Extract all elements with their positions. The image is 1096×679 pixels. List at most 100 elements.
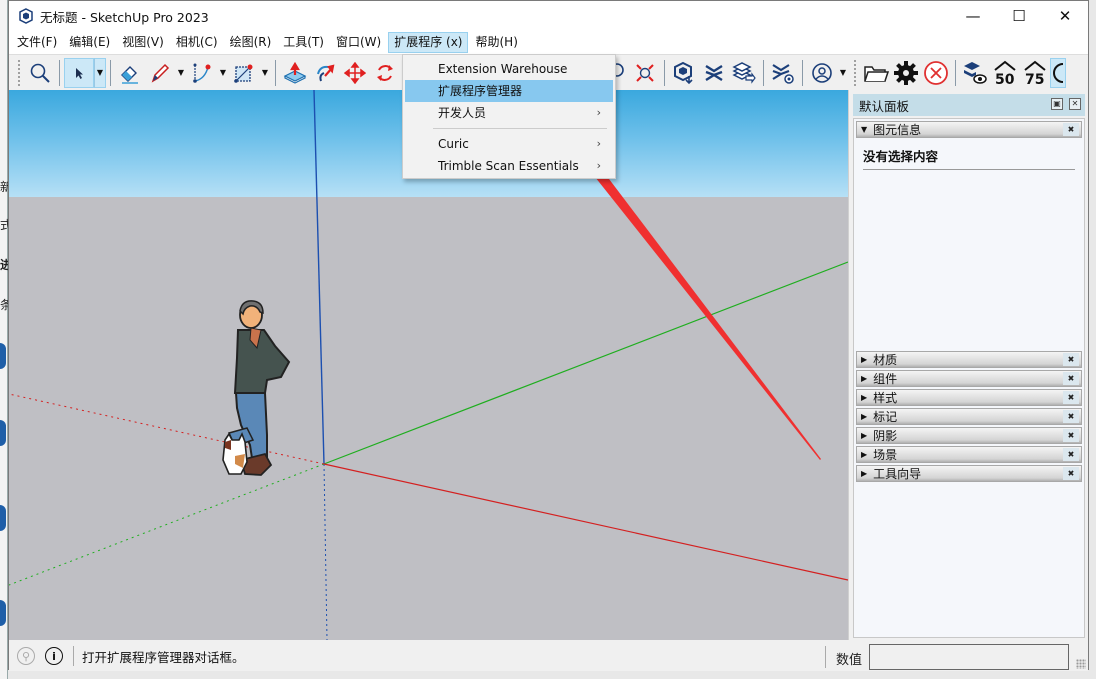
layout-send-button[interactable] (729, 58, 759, 88)
close-button[interactable]: ✕ (1042, 1, 1088, 31)
background-blue-tab (0, 343, 6, 369)
gear-icon (894, 60, 918, 85)
rectangle-tool-button[interactable] (229, 58, 259, 88)
background-blue-tab (0, 600, 6, 626)
account-button[interactable] (807, 58, 837, 88)
tray-tags[interactable]: ▶ 标记 ✖ (856, 408, 1082, 425)
extension-manager-button[interactable] (768, 58, 798, 88)
menu-camera[interactable]: 相机(C) (171, 32, 223, 53)
tray-shadows[interactable]: ▶ 阴影 ✖ (856, 427, 1082, 444)
layers-eye-icon (964, 61, 987, 84)
entity-info-content: 没有选择内容 (854, 140, 1084, 176)
menu-extensions[interactable]: 扩展程序 (x) (388, 32, 469, 53)
menu-item-curic[interactable]: Curic › (405, 133, 613, 155)
resize-grip[interactable] (1076, 659, 1086, 669)
sketchup-window: 无标题 - SketchUp Pro 2023 — ☐ ✕ 文件(F) 编辑(E… (8, 0, 1089, 671)
pencil-tool-button[interactable] (145, 58, 175, 88)
eraser-tool-button[interactable] (115, 58, 145, 88)
tray-label: 阴影 (873, 429, 898, 443)
menu-draw[interactable]: 绘图(R) (225, 32, 277, 53)
toolbar-grip[interactable] (17, 58, 21, 87)
zoom-extents-icon (636, 63, 654, 82)
tray-label: 材质 (873, 353, 898, 367)
tray-scenes[interactable]: ▶ 场景 ✖ (856, 446, 1082, 463)
tray-label: 样式 (873, 391, 898, 405)
menu-item-extension-warehouse[interactable]: Extension Warehouse (405, 58, 613, 80)
rectangle-tool-dropdown[interactable]: ▼ (259, 58, 271, 88)
menu-edit[interactable]: 编辑(E) (64, 32, 115, 53)
zoom-extents-tool-button[interactable] (630, 58, 660, 88)
close-icon[interactable]: ✕ (1069, 98, 1081, 110)
tray-close-icon[interactable]: ✖ (1063, 448, 1079, 461)
menu-view[interactable]: 视图(V) (117, 32, 169, 53)
arc-tool-dropdown[interactable]: ▼ (217, 58, 229, 88)
tray-close-icon[interactable]: ✖ (1063, 353, 1079, 366)
3d-warehouse-button[interactable] (669, 58, 699, 88)
menu-help[interactable]: 帮助(H) (470, 32, 522, 53)
rotate-tool-button[interactable] (370, 58, 400, 88)
eraser-icon (121, 65, 138, 84)
arrow-cursor-icon (76, 67, 83, 79)
tray-instructor[interactable]: ▶ 工具向导 ✖ (856, 465, 1082, 482)
pencil-icon (151, 63, 170, 83)
toolbar-overflow-button[interactable] (1050, 57, 1066, 88)
pencil-tool-dropdown[interactable]: ▼ (175, 58, 187, 88)
select-tool-dropdown[interactable]: ▼ (94, 57, 106, 88)
tray-styles[interactable]: ▶ 样式 ✖ (856, 389, 1082, 406)
measurements-input[interactable] (869, 644, 1069, 670)
minimize-button[interactable]: — (950, 1, 996, 31)
user-account-icon (812, 62, 832, 83)
menu-item-developer[interactable]: 开发人员 › (405, 102, 613, 124)
svg-text:75: 75 (1025, 72, 1044, 86)
menu-file[interactable]: 文件(F) (12, 32, 62, 53)
tray-entity-info[interactable]: ▼ 图元信息 ✖ (856, 121, 1082, 138)
menu-window[interactable]: 窗口(W) (331, 32, 386, 53)
move-tool-button[interactable] (340, 58, 370, 88)
status-bar: ⚲ i 打开扩展程序管理器对话框。 数值 (9, 641, 1088, 671)
info-icon[interactable]: i (45, 647, 63, 665)
cancel-button[interactable] (921, 58, 951, 88)
tray-components[interactable]: ▶ 组件 ✖ (856, 370, 1082, 387)
zoom-tool-button[interactable] (25, 58, 55, 88)
follow-me-tool-button[interactable] (310, 58, 340, 88)
layout-stack-icon (732, 61, 756, 84)
blue-axis-negative (323, 463, 328, 640)
tray-close-icon[interactable]: ✖ (1063, 467, 1079, 480)
pin-icon[interactable]: ▣ (1051, 98, 1063, 110)
menu-item-extension-manager[interactable]: 扩展程序管理器 (405, 80, 613, 102)
menu-item-trimble-scan-essentials[interactable]: Trimble Scan Essentials › (405, 155, 613, 177)
maximize-button[interactable]: ☐ (996, 1, 1042, 31)
toolbar-separator (763, 59, 764, 86)
view-50-button[interactable]: 50 (990, 58, 1020, 88)
view-75-button[interactable]: 75 (1020, 58, 1050, 88)
open-folder-button[interactable] (861, 58, 891, 88)
tray-materials[interactable]: ▶ 材质 ✖ (856, 351, 1082, 368)
settings-button[interactable] (891, 58, 921, 88)
submenu-arrow-icon: › (596, 159, 601, 172)
scale-figure-cat[interactable] (222, 432, 248, 475)
tray-close-icon[interactable]: ✖ (1063, 123, 1079, 136)
tray-close-icon[interactable]: ✖ (1063, 372, 1079, 385)
collapsed-triangle-icon: ▶ (861, 374, 868, 383)
default-tray-header[interactable]: 默认面板 ▣ ✕ (853, 94, 1085, 116)
menu-tools[interactable]: 工具(T) (278, 32, 329, 53)
extension-warehouse-button[interactable] (699, 58, 729, 88)
tray-close-icon[interactable]: ✖ (1063, 410, 1079, 423)
menu-item-label: Extension Warehouse (438, 62, 568, 76)
geolocation-icon[interactable]: ⚲ (17, 647, 35, 665)
push-pull-tool-button[interactable] (280, 58, 310, 88)
extensions-menu-dropdown: Extension Warehouse 扩展程序管理器 开发人员 › Curic ›… (402, 54, 616, 179)
magnifier-icon (30, 63, 50, 83)
account-dropdown[interactable]: ▼ (837, 58, 849, 88)
tray-close-icon[interactable]: ✖ (1063, 429, 1079, 442)
tray-close-icon[interactable]: ✖ (1063, 391, 1079, 404)
title-bar[interactable]: 无标题 - SketchUp Pro 2023 — ☐ ✕ (9, 1, 1088, 31)
arc-tool-button[interactable] (187, 58, 217, 88)
collapsed-triangle-icon: ▶ (861, 355, 868, 364)
select-tool-button[interactable] (64, 57, 94, 88)
visibility-button[interactable] (960, 58, 990, 88)
toolbar-grip[interactable] (853, 58, 857, 87)
default-tray-panel: 默认面板 ▣ ✕ ▼ 图元信息 ✖ 没有选择内容 ▶ 材质 ✖ ▶ 组件 ✖ ▶ 样式 ✖ … (848, 90, 1088, 640)
blue-axis-positive (313, 90, 325, 465)
menu-separator (433, 128, 607, 129)
